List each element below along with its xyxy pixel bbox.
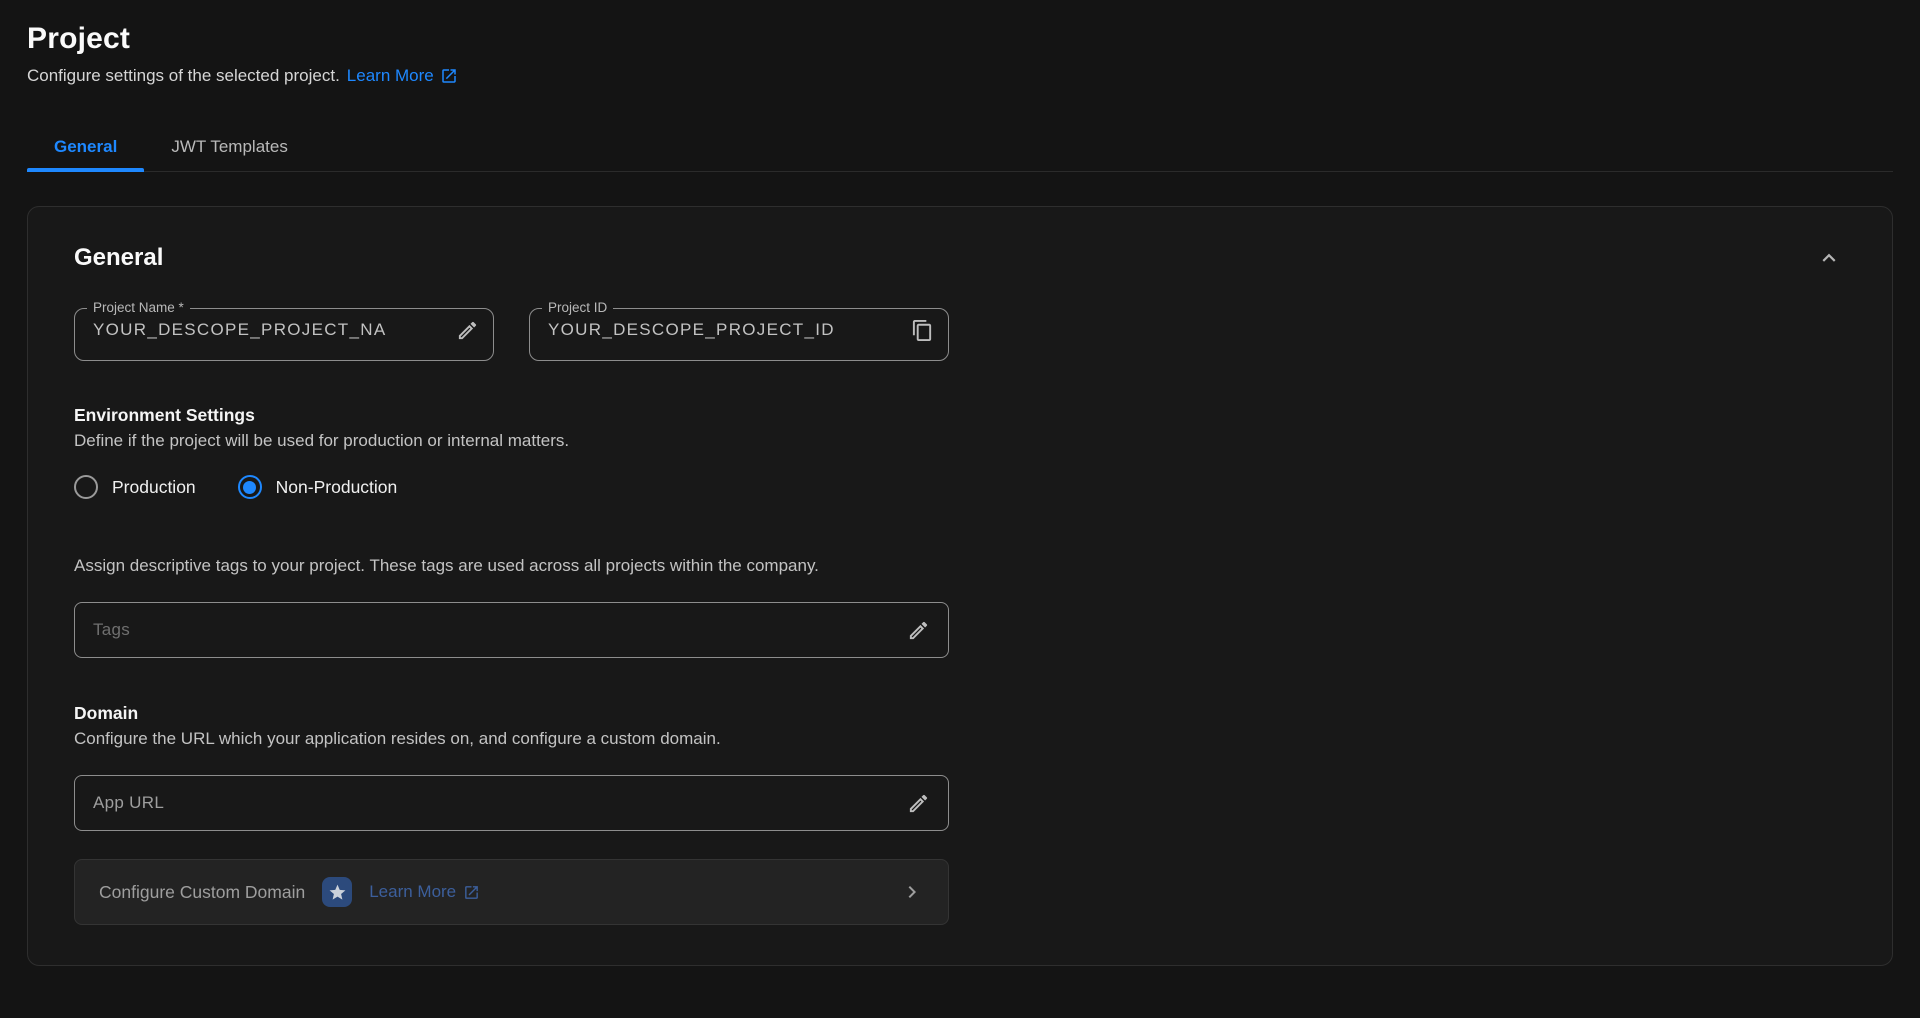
tab-bar: General JWT Templates [27,123,1893,172]
custom-domain-learn-more-link[interactable]: Learn More [369,882,480,902]
app-url-input[interactable]: App URL [74,775,949,831]
copy-icon[interactable] [911,319,934,342]
tab-jwt-templates[interactable]: JWT Templates [144,123,315,171]
project-settings-page: Project Configure settings of the select… [0,0,1920,966]
project-id-field: Project ID YOUR_DESCOPE_PROJECT_ID [529,303,949,361]
radio-production[interactable]: Production [74,475,196,499]
custom-domain-learn-more-label: Learn More [369,882,456,902]
chevron-up-icon [1816,245,1842,271]
learn-more-label: Learn More [347,66,434,86]
chevron-right-icon[interactable] [900,880,924,904]
edit-icon[interactable] [907,619,930,642]
domain-description: Configure the URL which your application… [74,729,1846,749]
radio-unchecked-icon[interactable] [74,475,98,499]
radio-production-label: Production [112,477,196,498]
project-name-field[interactable]: Project Name * YOUR_DESCOPE_PROJECT_NAME [74,303,494,361]
page-subtitle: Configure settings of the selected proje… [27,66,1893,86]
configure-custom-domain-label: Configure Custom Domain [99,882,305,903]
project-fields-row: Project Name * YOUR_DESCOPE_PROJECT_NAME… [74,303,1846,361]
collapse-section-button[interactable] [1812,241,1846,275]
environment-settings-title: Environment Settings [74,405,1846,426]
project-id-label: Project ID [542,303,613,313]
page-title: Project [27,22,1893,56]
card-title: General [74,244,163,272]
tags-description: Assign descriptive tags to your project.… [74,556,1846,576]
environment-radio-group: Production Non-Production [74,475,1846,499]
configure-custom-domain-row[interactable]: Configure Custom Domain Learn More [74,859,949,925]
project-name-value[interactable]: YOUR_DESCOPE_PROJECT_NAME [93,320,386,340]
edit-icon[interactable] [456,319,479,342]
page-subtitle-text: Configure settings of the selected proje… [27,66,340,86]
tags-input[interactable]: Tags [74,602,949,658]
project-id-value: YOUR_DESCOPE_PROJECT_ID [548,320,903,340]
card-header: General [74,241,1846,275]
project-name-label: Project Name * [87,303,190,313]
external-link-icon [440,67,458,85]
edit-icon[interactable] [907,792,930,815]
environment-settings-description: Define if the project will be used for p… [74,431,1846,451]
tags-placeholder: Tags [93,620,130,640]
domain-title: Domain [74,703,1846,724]
radio-non-production[interactable]: Non-Production [238,475,398,499]
app-url-placeholder: App URL [93,793,164,813]
premium-star-icon [322,877,352,907]
radio-checked-icon[interactable] [238,475,262,499]
learn-more-link[interactable]: Learn More [347,66,458,86]
tab-general[interactable]: General [27,123,144,171]
external-link-icon [463,884,480,901]
general-settings-card: General Project Name * YOUR_DESCOPE_PROJ… [27,206,1893,966]
radio-non-production-label: Non-Production [276,477,398,498]
